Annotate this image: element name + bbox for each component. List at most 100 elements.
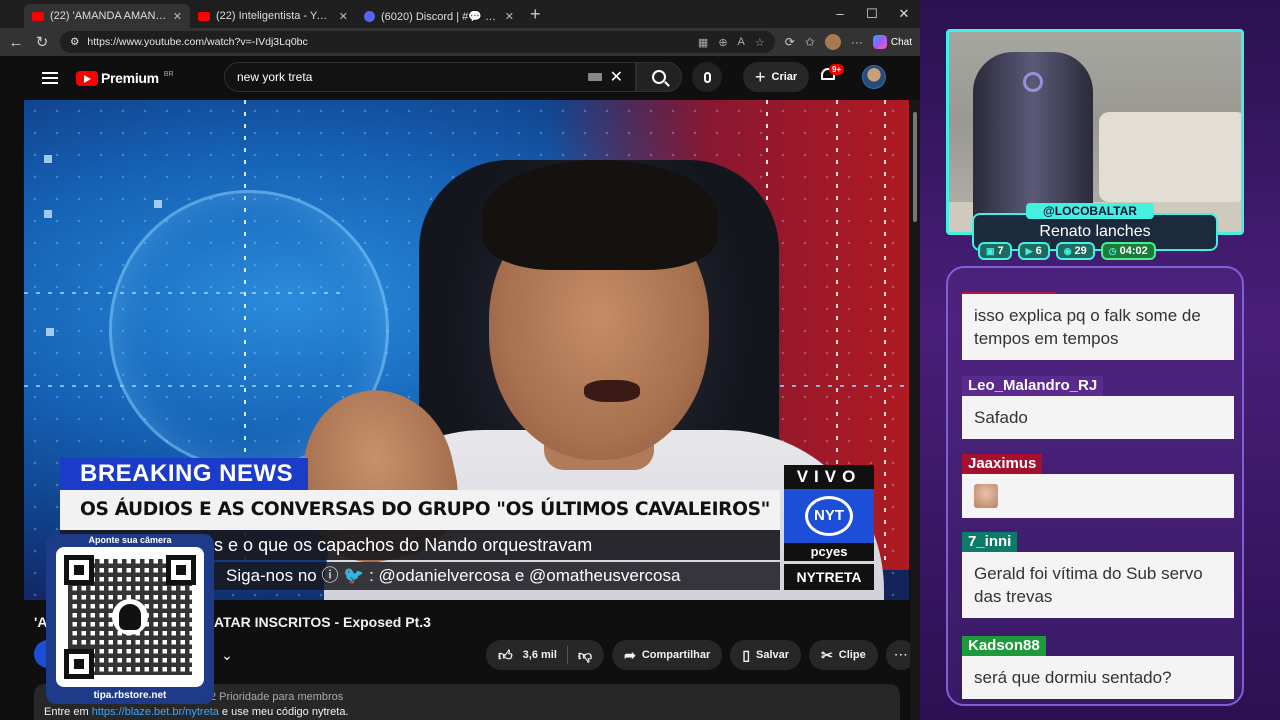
- breaking-news-banner: BREAKING NEWS: [60, 458, 308, 490]
- clock-icon: ◷: [1108, 245, 1117, 256]
- microphone-icon: [703, 71, 711, 83]
- microphone-head-icon: [112, 599, 148, 635]
- tab-title: (22) 'AMANDA AMANTE' E NANDO: [50, 10, 167, 22]
- youtube-premium-logo[interactable]: Premium BR: [76, 70, 174, 86]
- viewer-count: ◉ 29: [1055, 242, 1095, 260]
- reload-icon[interactable]: ↻: [34, 33, 50, 51]
- chat-message-text: será que dormiu sentado?: [962, 656, 1234, 699]
- tab-amanda-amante[interactable]: (22) 'AMANDA AMANTE' E NANDO ✕: [24, 4, 190, 28]
- video-player[interactable]: BREAKING NEWS OS ÁUDIOS E AS CONVERSAS D…: [24, 100, 909, 600]
- back-icon[interactable]: ←: [8, 34, 24, 51]
- qr-caption: Aponte sua câmera: [88, 535, 172, 545]
- maximize-button[interactable]: ☐: [856, 0, 888, 28]
- new-tab-button[interactable]: +: [530, 4, 541, 25]
- youtube-icon: [198, 11, 210, 21]
- tab-title: (6020) Discord | #💬 | bate-papo: [381, 10, 499, 23]
- youtube-header: Premium BR new york treta ✕ + Criar 9+: [24, 56, 912, 100]
- profile-avatar[interactable]: [824, 34, 841, 50]
- voice-search-button[interactable]: [692, 62, 722, 92]
- tab-discord[interactable]: (6020) Discord | #💬 | bate-papo ✕: [356, 4, 522, 28]
- nyt-logo-box: NYT: [784, 489, 874, 543]
- bookmark-icon: ▯: [742, 646, 751, 663]
- description-link[interactable]: https://blaze.bet.br/nytreta: [92, 706, 219, 718]
- hamburger-menu-icon[interactable]: [42, 69, 58, 87]
- tab-bar: (22) 'AMANDA AMANTE' E NANDO ✕ (22) Inte…: [0, 0, 920, 28]
- live-badge: VIVO: [784, 465, 874, 489]
- video-count: ▶ 6: [1017, 242, 1050, 260]
- search-input[interactable]: new york treta ✕: [224, 62, 636, 92]
- app-icon[interactable]: ▦: [698, 36, 708, 49]
- close-tab-icon[interactable]: ✕: [173, 10, 182, 23]
- chat-message-text: isso explica pq o falk some de tempos em…: [962, 294, 1234, 360]
- qr-code-card: Aponte sua câmera tipa.rbstore.net: [46, 534, 214, 704]
- thumbs-down-icon[interactable]: 👎︎: [578, 647, 592, 664]
- play-icon: ▶: [1025, 245, 1033, 256]
- window-controls: – ☐ ✕: [824, 0, 920, 28]
- share-icon: ➦: [624, 646, 636, 663]
- create-button[interactable]: + Criar: [743, 62, 810, 92]
- close-tab-icon[interactable]: ✕: [339, 10, 348, 23]
- more-menu-icon[interactable]: ···: [851, 35, 863, 49]
- chat-username: Jaaximus: [962, 454, 1043, 474]
- show-name: NYTRETA: [784, 564, 874, 590]
- zoom-icon[interactable]: ⊕: [718, 36, 727, 49]
- chat-username: Kadson88: [962, 636, 1046, 656]
- video-actions: 👍︎ 3,6 mil 👎︎ ➦ Compartilhar ▯ Salvar ✂ …: [486, 640, 916, 670]
- copilot-chat-button[interactable]: Chat: [872, 35, 912, 49]
- chat-message: Jaaximus: [962, 454, 1234, 518]
- qr-code: [56, 547, 204, 687]
- like-dislike-button[interactable]: 👍︎ 3,6 mil 👎︎: [486, 640, 605, 670]
- save-button[interactable]: ▯ Salvar: [730, 640, 802, 670]
- stream-time: ◷ 04:02: [1100, 242, 1156, 260]
- chat-message: isso explica pq o falk some de tempos em…: [962, 294, 1234, 360]
- tab-inteligentista[interactable]: (22) Inteligentista - YouTube ✕: [190, 4, 356, 28]
- chat-panel: isso explica pq o falk some de tempos em…: [946, 266, 1244, 706]
- search-button[interactable]: [636, 62, 682, 92]
- clear-search-icon[interactable]: ✕: [610, 67, 623, 87]
- like-count: 3,6 mil: [522, 649, 557, 661]
- close-window-button[interactable]: ✕: [888, 0, 920, 28]
- youtube-play-icon: [76, 70, 98, 86]
- thumbs-up-icon[interactable]: 👍︎: [498, 647, 513, 664]
- chat-icon: ▣: [986, 245, 995, 256]
- sponsor-logo: pcyes: [784, 543, 874, 561]
- chat-message: 7_inni Gerald foi vítima do Sub servo da…: [962, 532, 1234, 618]
- page-scrollbar[interactable]: [910, 100, 920, 720]
- chat-message-text: Safado: [962, 396, 1234, 439]
- user-avatar[interactable]: [862, 65, 886, 89]
- chat-count: ▣ 7: [978, 242, 1012, 260]
- qr-url: tipa.rbstore.net: [93, 690, 167, 701]
- description-meta: 2 Prioridade para membros: [210, 691, 344, 703]
- youtube-icon: [32, 11, 44, 21]
- chat-message-text: Gerald foi vítima do Sub servo das treva…: [962, 552, 1234, 618]
- url-text: https://www.youtube.com/watch?v=-IVdj3Lq…: [87, 36, 308, 48]
- viewers-icon: ◉: [1063, 245, 1072, 256]
- search-query: new york treta: [237, 70, 313, 84]
- search-icon: [652, 70, 666, 84]
- social-follow-banner: Siga-nos no ⓘ 🐦 : @odanielvercosa e @oma…: [204, 562, 780, 590]
- streamer-handle: @LOCOBALTAR: [1026, 203, 1154, 219]
- nyt-logo: NYT: [805, 496, 853, 536]
- stream-stats: ▣ 7 ▶ 6 ◉ 29 ◷ 04:02: [978, 242, 1156, 260]
- close-tab-icon[interactable]: ✕: [505, 10, 514, 23]
- chat-message: Leo_Malandro_RJ Safado: [962, 376, 1234, 439]
- chat-username: Leo_Malandro_RJ: [962, 376, 1104, 396]
- streamer-name: Renato lanches: [1039, 223, 1151, 240]
- url-field[interactable]: ⚙ https://www.youtube.com/watch?v=-IVdj3…: [60, 31, 775, 53]
- tab-title: (22) Inteligentista - YouTube: [216, 10, 333, 22]
- keyboard-icon[interactable]: [587, 73, 602, 81]
- favorites-icon[interactable]: ✩: [805, 35, 815, 49]
- minimize-button[interactable]: –: [824, 0, 856, 28]
- favorite-icon[interactable]: ☆: [755, 36, 765, 49]
- read-aloud-icon[interactable]: A: [738, 36, 745, 49]
- share-button[interactable]: ➦ Compartilhar: [612, 640, 723, 670]
- notification-badge: 9+: [829, 64, 845, 75]
- couch: [1099, 112, 1241, 202]
- notifications-button[interactable]: 9+: [821, 64, 845, 84]
- scissors-icon: ✂: [821, 646, 833, 663]
- site-info-icon[interactable]: ⚙: [70, 36, 79, 48]
- clip-button[interactable]: ✂ Clipe: [809, 640, 878, 670]
- chevron-down-icon[interactable]: ⌄: [212, 643, 242, 667]
- chat-message: Kadson88 será que dormiu sentado?: [962, 636, 1234, 699]
- extensions-icon[interactable]: ⟳: [785, 35, 795, 49]
